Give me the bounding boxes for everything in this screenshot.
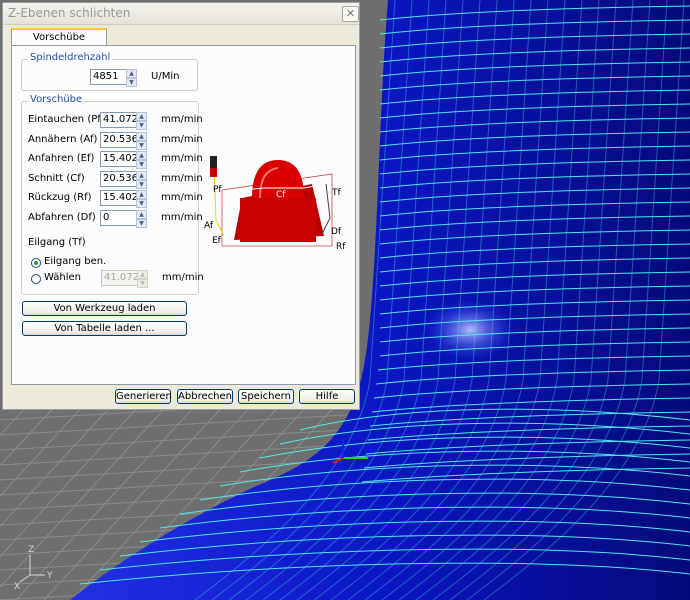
feed-stepper[interactable]: 0 ▲ ▼ [100, 209, 148, 228]
feed-input[interactable]: 20.536 [100, 131, 138, 148]
spin-up-icon[interactable]: ▲ [136, 112, 147, 121]
spin-up-icon[interactable]: ▲ [126, 69, 137, 78]
spin-up-icon: ▲ [137, 270, 148, 279]
spin-down-icon[interactable]: ▼ [136, 199, 147, 208]
rapid-feed-input: 41.072 [101, 270, 139, 286]
cancel-button[interactable]: Abbrechen [177, 389, 233, 404]
spin-up-icon[interactable]: ▲ [136, 170, 147, 180]
spin-down-icon[interactable]: ▼ [126, 78, 137, 87]
preview-label-df: Df [331, 227, 342, 237]
feed-input[interactable]: 0 [100, 209, 138, 226]
preview-label-rf: Rf [336, 242, 346, 252]
load-from-tool-button[interactable]: Von Werkzeug laden [22, 301, 187, 316]
spin-down-icon[interactable]: ▼ [136, 160, 147, 169]
spindle-speed-input[interactable]: 4851 [90, 69, 128, 85]
feed-label: Schnitt (Cf) [28, 172, 85, 184]
spindle-speed-stepper[interactable]: 4851 ▲ ▼ [90, 69, 138, 87]
rapid-feed-stepper: 41.072 ▲ ▼ [101, 270, 149, 288]
dialog-title: Z-Ebenen schlichten [8, 6, 131, 20]
feed-stepper[interactable]: 20.536 ▲ ▼ [100, 170, 148, 189]
preview-label-pf: Pf [213, 185, 222, 195]
rapid-feed-unit: mm/min [162, 272, 204, 283]
dialog-titlebar[interactable]: Z-Ebenen schlichten ✕ [3, 3, 359, 25]
feeds-group: Vorschübe Eintauchen (Pf) 41.072 ▲ ▼ mm/min A… [21, 94, 204, 295]
feed-input[interactable]: 41.072 [100, 112, 138, 128]
help-button[interactable]: Hilfe [299, 389, 355, 404]
feed-label: Annähern (Af) [28, 133, 98, 145]
spin-up-icon[interactable]: ▲ [136, 151, 147, 160]
feed-label: Abfahren (Df) [28, 211, 96, 223]
preview-label-tf: Tf [331, 188, 341, 198]
rapid-select-radio[interactable] [31, 274, 41, 284]
feed-unit: mm/min [161, 153, 203, 164]
rapid-label: Eilgang (Tf) [28, 237, 86, 248]
spin-up-icon[interactable]: ▲ [136, 131, 147, 141]
feed-unit: mm/min [161, 192, 203, 203]
spin-down-icon: ▼ [137, 279, 148, 288]
feed-stepper[interactable]: 20.536 ▲ ▼ [100, 131, 148, 150]
spin-down-icon[interactable]: ▼ [136, 179, 147, 189]
feed-unit: mm/min [161, 172, 203, 184]
rapid-select-label[interactable]: Wählen [44, 272, 81, 283]
save-button[interactable]: Speichern [238, 389, 294, 404]
spin-down-icon[interactable]: ▼ [136, 121, 147, 130]
axis-z-label: Z [28, 545, 34, 555]
tab-panel: Spindeldrehzahl 4851 ▲ ▼ U/Min Vorschübe … [11, 45, 356, 385]
feed-unit: mm/min [161, 114, 203, 125]
axis-x-label: X [14, 582, 20, 592]
feed-input[interactable]: 15.402 [100, 151, 138, 167]
spin-up-icon[interactable]: ▲ [136, 209, 147, 219]
spin-down-icon[interactable]: ▼ [136, 140, 147, 150]
preview-label-af: Af [204, 221, 214, 231]
load-from-table-button[interactable]: Von Tabelle laden ... [22, 321, 187, 336]
feed-unit: mm/min [161, 211, 203, 223]
feed-stepper[interactable]: 41.072 ▲ ▼ [100, 112, 148, 130]
preview-label-ef: Ef [212, 236, 222, 246]
feeds-legend: Vorschübe [28, 94, 85, 105]
feed-label: Eintauchen (Pf) [28, 114, 105, 125]
spin-up-icon[interactable]: ▲ [136, 190, 147, 199]
rapid-use-label[interactable]: Eilgang ben. [44, 256, 106, 267]
axis-y-label: Y [46, 571, 53, 581]
feed-label: Anfahren (Ef) [28, 153, 95, 164]
feed-input[interactable]: 15.402 [100, 190, 138, 206]
spindle-unit: U/Min [151, 71, 180, 82]
preview-label-cf: Cf [276, 190, 286, 200]
feed-unit: mm/min [161, 133, 203, 145]
feed-input[interactable]: 20.536 [100, 170, 138, 187]
toolpath-preview-image: Pf Cf Tf Af Df Ef Rf [204, 156, 346, 252]
rapid-use-radio[interactable] [31, 258, 41, 268]
close-icon: ✕ [345, 7, 356, 20]
feed-stepper[interactable]: 15.402 ▲ ▼ [100, 151, 148, 169]
spindle-group: Spindeldrehzahl 4851 ▲ ▼ U/Min [21, 52, 198, 91]
spindle-legend: Spindeldrehzahl [28, 52, 113, 63]
spin-down-icon[interactable]: ▼ [136, 218, 147, 228]
close-button[interactable]: ✕ [342, 6, 359, 22]
generate-button[interactable]: Generieren [115, 389, 172, 404]
z-level-finishing-dialog: Z-Ebenen schlichten ✕ Vorschübe Drehzahl… [2, 2, 360, 410]
feed-stepper[interactable]: 15.402 ▲ ▼ [100, 190, 148, 208]
feed-label: Rückzug (Rf) [28, 192, 92, 203]
